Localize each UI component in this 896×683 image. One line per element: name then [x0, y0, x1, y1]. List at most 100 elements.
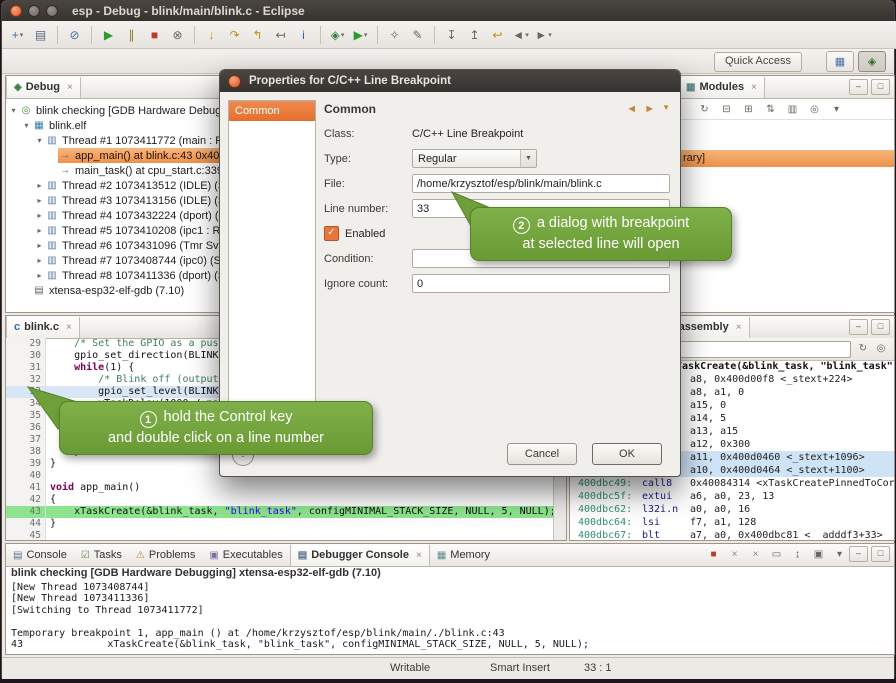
code-text[interactable]: }	[46, 518, 56, 530]
line-number[interactable]: 37	[19, 434, 46, 446]
previous-annotation-button[interactable]: ↥	[464, 24, 485, 45]
line-number[interactable]: 44	[19, 518, 46, 530]
clear-console-icon[interactable]: ▭	[768, 546, 785, 562]
close-icon[interactable]: ×	[736, 322, 742, 333]
line-number[interactable]: 43	[19, 506, 46, 518]
close-icon[interactable]: ×	[67, 82, 73, 93]
console-view-menu-icon[interactable]: ▾	[831, 546, 848, 562]
pin-console-icon[interactable]: ▣	[810, 546, 827, 562]
forward-arrow-icon[interactable]: ►	[644, 103, 655, 115]
line-number[interactable]: 30	[19, 350, 46, 362]
disassembly-line[interactable]: 400dbc67:blta7, a0, 0x400dbc81 <__adddf3…	[570, 529, 894, 540]
window-minimize-button[interactable]	[28, 5, 40, 17]
minimize-icon[interactable]: –	[849, 79, 868, 95]
tab-modules[interactable]: ▦ Modules ×	[678, 77, 765, 98]
disassembly-line[interactable]: 400dbc49:call80x40084314 <xTaskCreatePin…	[570, 477, 894, 490]
enabled-checkbox[interactable]: ✓	[324, 226, 339, 241]
save-button[interactable]: ▤	[30, 24, 51, 45]
minimize-icon[interactable]: –	[849, 319, 868, 335]
remove-launch-icon[interactable]: ×	[726, 546, 743, 562]
code-text[interactable]: }	[46, 458, 56, 470]
debug-button[interactable]: ◈▾	[327, 24, 348, 45]
window-maximize-button[interactable]	[46, 5, 58, 17]
ignore-count-input[interactable]	[412, 274, 670, 293]
maximize-icon[interactable]: □	[871, 319, 890, 335]
close-icon[interactable]: ×	[751, 82, 757, 93]
tree-expander-icon[interactable]: ▸	[34, 271, 45, 280]
expand-all-icon[interactable]: ⊞	[740, 101, 757, 117]
back-arrow-icon[interactable]: ◄	[626, 103, 637, 115]
line-number[interactable]: 31	[19, 362, 46, 374]
step-return-button[interactable]: ↰	[247, 24, 268, 45]
quick-access-button[interactable]: Quick Access	[714, 52, 802, 72]
cancel-button[interactable]: Cancel	[507, 443, 577, 465]
tab-problems[interactable]: ⚠Problems	[129, 545, 202, 566]
tree-expander-icon[interactable]: ▾	[21, 121, 32, 130]
tab-blink-c[interactable]: c blink.c ×	[6, 317, 80, 338]
disconnect-button[interactable]: ⊗	[167, 24, 188, 45]
window-close-button[interactable]	[10, 5, 22, 17]
sort-icon[interactable]: ⇅	[762, 101, 779, 117]
tree-expander-icon[interactable]: ▸	[34, 181, 45, 190]
drop-to-frame-button[interactable]: ↤	[270, 24, 291, 45]
tree-expander-icon[interactable]: ▸	[34, 241, 45, 250]
terminate-button[interactable]: ■	[144, 24, 165, 45]
tab-memory[interactable]: ▦Memory	[430, 545, 497, 566]
console-output[interactable]: blink checking [GDB Hardware Debugging] …	[6, 566, 894, 654]
disassembly-line[interactable]: 400dbc5f:extuia6, a0, 23, 13	[570, 490, 894, 503]
module-list-item[interactable]: rary]	[678, 150, 894, 167]
search-button[interactable]: ✧	[384, 24, 405, 45]
chevron-down-icon[interactable]: ▼	[520, 150, 536, 167]
tab-tasks[interactable]: ☑Tasks	[74, 545, 129, 566]
step-over-button[interactable]: ↷	[224, 24, 245, 45]
run-button[interactable]: ▶▾	[350, 24, 371, 45]
line-number[interactable]: 45	[19, 530, 46, 540]
location-refresh-icon[interactable]: ↻	[855, 341, 871, 357]
next-annotation-button[interactable]: ↧	[441, 24, 462, 45]
tab-executables[interactable]: ▣Executables	[202, 545, 289, 566]
refresh-icon[interactable]: ↻	[696, 101, 713, 117]
dialog-close-button[interactable]	[228, 75, 241, 88]
view-menu-icon[interactable]: ▾	[828, 101, 845, 117]
filter-icon[interactable]: ▥	[784, 101, 801, 117]
line-number[interactable]: 39	[19, 458, 46, 470]
code-text[interactable]: {	[46, 494, 56, 506]
code-text[interactable]: xTaskCreate(&blink_task, "blink_task", c…	[46, 506, 554, 518]
minimize-icon[interactable]: –	[849, 546, 868, 562]
ok-button[interactable]: OK	[592, 443, 662, 465]
tab-console[interactable]: ▤Console	[6, 545, 74, 566]
code-text[interactable]: void app_main()	[46, 482, 140, 494]
tree-expander-icon[interactable]: ▸	[34, 211, 45, 220]
tree-expander-icon[interactable]: ▾	[8, 106, 19, 115]
collapse-all-icon[interactable]: ⊟	[718, 101, 735, 117]
line-number[interactable]: 29	[19, 338, 46, 350]
line-number[interactable]: 41	[19, 482, 46, 494]
suspend-button[interactable]: ∥	[121, 24, 142, 45]
scroll-lock-icon[interactable]: ↨	[789, 546, 806, 562]
tab-debug[interactable]: ◈ Debug ×	[6, 77, 81, 98]
dropdown-icon[interactable]: ▼	[662, 103, 670, 115]
terminate-icon[interactable]: ■	[705, 546, 722, 562]
tree-expander-icon[interactable]: ▸	[34, 256, 45, 265]
code-text[interactable]	[46, 530, 50, 540]
resume-button[interactable]: ▶	[98, 24, 119, 45]
location-settings-icon[interactable]: ◎	[873, 341, 889, 357]
mark-occurrences-button[interactable]: ✎	[407, 24, 428, 45]
open-perspective-button[interactable]: ▦	[826, 51, 854, 72]
dialog-nav-item-common[interactable]: Common	[229, 101, 315, 121]
close-icon[interactable]: ×	[416, 550, 422, 561]
line-number[interactable]: 38	[19, 446, 46, 458]
code-text[interactable]	[46, 470, 50, 482]
debug-perspective-button[interactable]: ◈	[858, 51, 886, 72]
tab-debugger-console[interactable]: ▤Debugger Console×	[290, 545, 430, 566]
line-number[interactable]: 42	[19, 494, 46, 506]
pin-view-icon[interactable]: ◎	[806, 101, 823, 117]
tree-expander-icon[interactable]: ▸	[34, 196, 45, 205]
back-button[interactable]: ◄▾	[510, 24, 531, 45]
line-number[interactable]: 40	[19, 470, 46, 482]
code-text[interactable]: while(1) {	[46, 362, 134, 374]
step-into-button[interactable]: ↓	[201, 24, 222, 45]
maximize-icon[interactable]: □	[871, 546, 890, 562]
tree-expander-icon[interactable]: ▸	[34, 226, 45, 235]
type-select[interactable]: Regular ▼	[412, 149, 537, 168]
